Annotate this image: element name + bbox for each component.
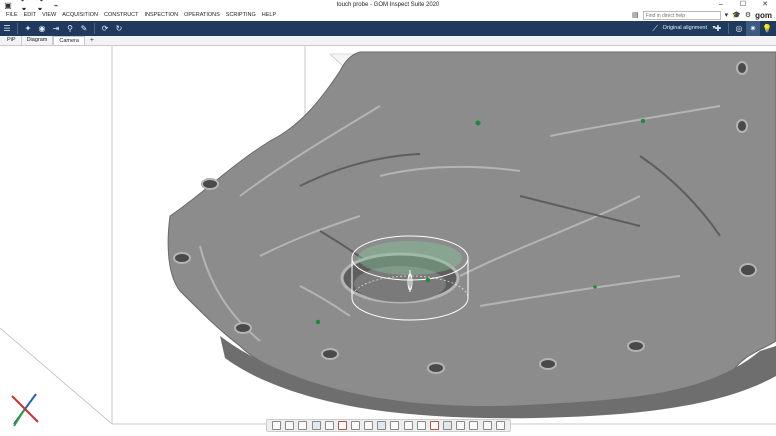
window-title: touch probe - GOM Inspect Suite 2020 — [336, 2, 440, 8]
tab-pip[interactable]: PiP — [2, 36, 22, 45]
minimize-button[interactable]: – — [710, 0, 732, 10]
menu-scripting[interactable]: SCRIPTING — [223, 10, 259, 21]
graduation-cap-icon[interactable]: 🎓 — [732, 11, 741, 20]
app-icon: ▣ — [4, 0, 12, 10]
direct-help-search-input[interactable] — [642, 11, 721, 20]
menu-construct[interactable]: CONSTRUCT — [101, 10, 142, 21]
menu-help[interactable]: HELP — [259, 10, 279, 21]
sun-light-icon[interactable]: ✷ — [746, 21, 760, 36]
menu-bar: FILE EDIT VIEW ACQUISITION CONSTRUCT INS… — [0, 10, 776, 21]
add-tab-button[interactable]: + — [85, 36, 99, 45]
3d-scene[interactable] — [0, 46, 776, 436]
menu-inspection[interactable]: INSPECTION — [142, 10, 182, 21]
view-tool-button[interactable] — [495, 421, 505, 430]
select-tool-icon[interactable]: ✦ — [21, 21, 35, 36]
triad-axis-x — [11, 395, 39, 423]
menu-view[interactable]: VIEW — [39, 10, 59, 21]
window-controls: – ☐ ✕ — [710, 0, 776, 10]
view-tool-button[interactable] — [403, 421, 413, 430]
hamburger-menu-icon[interactable]: ☰ — [0, 21, 14, 36]
edit-tool-icon[interactable]: ✎ — [77, 21, 91, 36]
view-tool-button[interactable] — [429, 421, 439, 430]
alignment-selector[interactable]: ⟋ Original alignment ▾ — [651, 21, 718, 36]
3d-viewport[interactable] — [0, 46, 776, 436]
menu-acquisition[interactable]: ACQUISITION — [59, 10, 101, 21]
toolbar-separator — [94, 23, 95, 34]
target-icon[interactable]: ◉ — [35, 21, 49, 36]
toolbar-separator — [728, 23, 729, 34]
tab-camera[interactable]: Camera — [53, 36, 85, 45]
title-bar: ▣ ↶ ▾ ↷ ▾ ⌁ touch probe - GOM Inspect Su… — [0, 0, 776, 14]
view-tool-button[interactable] — [298, 421, 308, 430]
close-button[interactable]: ✕ — [754, 0, 776, 10]
view-tool-button[interactable] — [337, 421, 347, 430]
probe-tool-icon[interactable]: ⚲ — [63, 21, 77, 36]
probe-surface-highlight — [358, 241, 462, 275]
view-tool-button[interactable] — [324, 421, 334, 430]
alignment-label: Original alignment — [662, 25, 707, 31]
application-window: ▣ ↶ ▾ ↷ ▾ ⌁ touch probe - GOM Inspect Su… — [0, 0, 776, 436]
help-book-icon[interactable]: ▤ — [632, 11, 639, 20]
view-tool-button[interactable] — [364, 421, 374, 430]
refresh-icon[interactable]: ↻ — [112, 21, 126, 36]
tab-diagram[interactable]: Diagram — [22, 36, 54, 45]
toolbar-separator — [17, 23, 18, 34]
view-tool-button[interactable] — [443, 421, 453, 430]
view-tool-button[interactable] — [482, 421, 492, 430]
view-tool-button[interactable] — [351, 421, 361, 430]
view-tool-button[interactable] — [456, 421, 466, 430]
main-toolbar: ☰ ✦ ◉ ⇥ ⚲ ✎ ⟳ ↻ ⟋ Original alignment ▾ ✚… — [0, 21, 776, 36]
coordinate-triad — [11, 393, 39, 427]
view-tool-button[interactable] — [390, 421, 400, 430]
view-tool-button[interactable] — [272, 421, 282, 430]
housing-mesh — [167, 51, 776, 409]
align-arrow-icon[interactable]: ⇥ — [49, 21, 63, 36]
recalculate-icon[interactable]: ⟳ — [98, 21, 112, 36]
view-tool-button[interactable] — [285, 421, 295, 430]
menu-operations[interactable]: OPERATIONS — [181, 10, 223, 21]
gom-logo: gom — [755, 11, 772, 20]
maximize-button[interactable]: ☐ — [732, 0, 754, 10]
view-tabs: PiP Diagram Camera + — [0, 36, 776, 46]
touch-probe-icon[interactable]: ⌁ — [51, 1, 61, 10]
light-bulb-icon[interactable]: 💡 — [760, 21, 774, 36]
add-element-icon[interactable]: ✚ — [711, 21, 725, 36]
search-dropdown-icon[interactable]: ▾ — [725, 11, 729, 20]
triad-axis-y — [13, 409, 25, 427]
alignment-icon: ⟋ — [652, 24, 658, 33]
settings-gear-icon[interactable]: ⚙ — [745, 11, 751, 20]
view-tool-button[interactable] — [416, 421, 426, 430]
view-target-icon[interactable]: ◎ — [732, 21, 746, 36]
view-tool-button[interactable] — [377, 421, 387, 430]
view-toolbar — [266, 419, 511, 432]
menu-edit[interactable]: EDIT — [21, 10, 40, 21]
menu-file[interactable]: FILE — [3, 10, 21, 21]
view-tool-button[interactable] — [311, 421, 321, 430]
view-tool-button[interactable] — [469, 421, 479, 430]
